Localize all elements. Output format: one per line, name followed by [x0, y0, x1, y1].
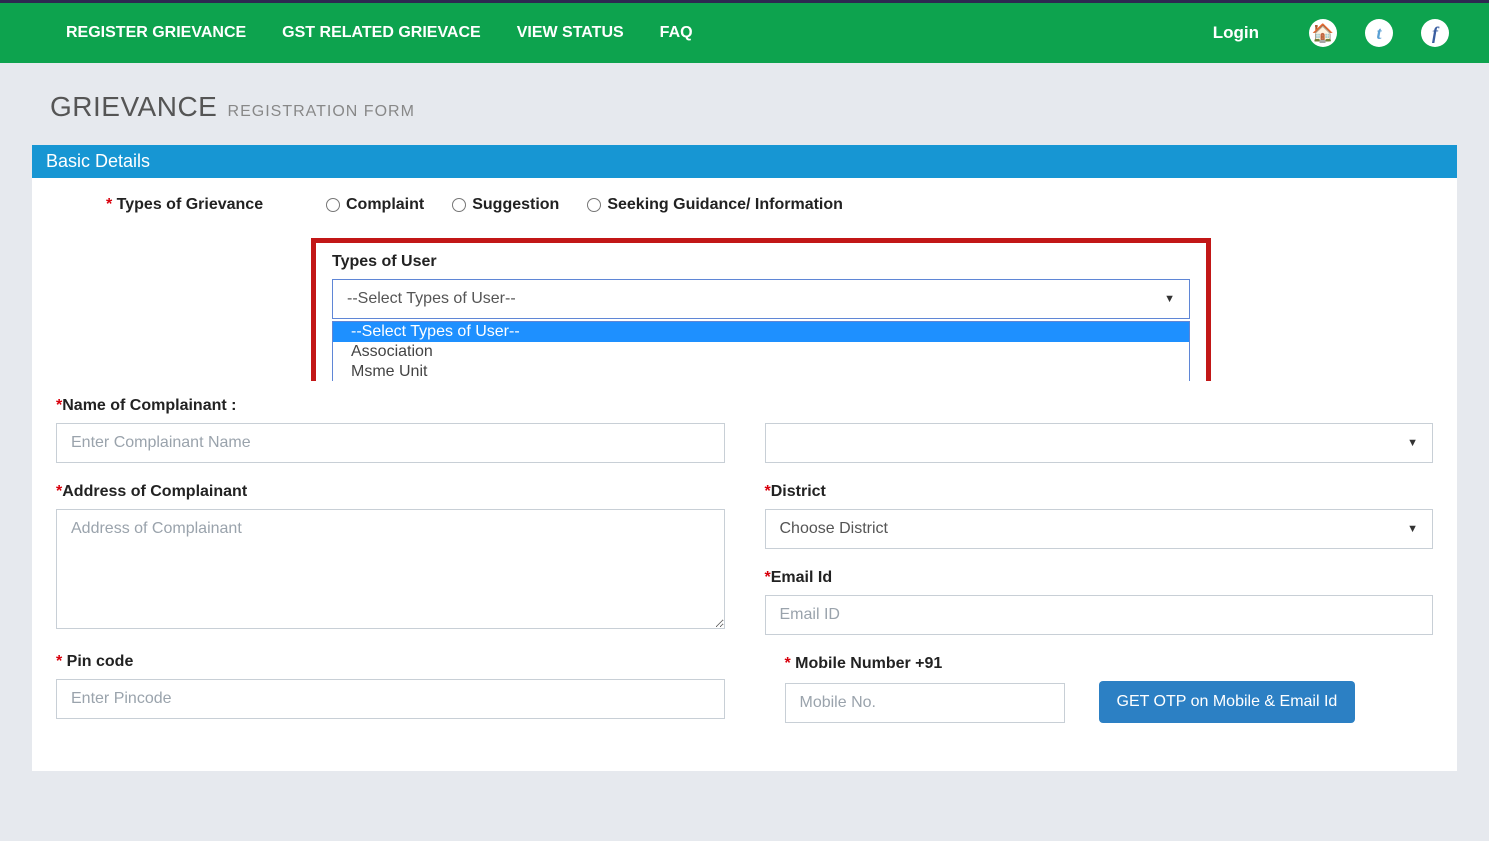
top-navbar: REGISTER GRIEVANCE GST RELATED GRIEVACE …	[0, 3, 1489, 63]
types-of-user-label: Types of User	[332, 253, 1190, 271]
types-of-grievance-label: * Types of Grievance	[106, 196, 286, 214]
nav-faq[interactable]: FAQ	[642, 24, 711, 42]
chevron-down-icon: ▼	[1164, 293, 1175, 305]
chevron-down-icon: ▼	[1407, 437, 1418, 449]
facebook-icon[interactable]	[1421, 19, 1449, 47]
pincode-input[interactable]	[56, 679, 725, 719]
user-option-placeholder[interactable]: --Select Types of User--	[333, 322, 1189, 342]
radio-seeking-guidance[interactable]: Seeking Guidance/ Information	[587, 196, 843, 214]
address-textarea[interactable]	[56, 509, 725, 629]
user-option-msme-unit[interactable]: Msme Unit	[333, 362, 1189, 382]
basic-details-header: Basic Details	[32, 145, 1457, 178]
title-sub: REGISTRATION FORM	[228, 103, 415, 120]
radio-suggestion[interactable]: Suggestion	[452, 196, 559, 214]
pincode-label: * Pin code	[56, 653, 725, 671]
user-option-association[interactable]: Association	[333, 342, 1189, 362]
radio-complaint-input[interactable]	[326, 198, 340, 212]
types-of-grievance-radios: Complaint Suggestion Seeking Guidance/ I…	[326, 196, 843, 214]
email-label: *Email Id	[765, 569, 1434, 587]
radio-suggestion-input[interactable]	[452, 198, 466, 212]
district-select[interactable]: Choose District ▼	[765, 509, 1434, 549]
radio-seeking-input[interactable]	[587, 198, 601, 212]
nav-gst-grievance[interactable]: GST RELATED GRIEVACE	[264, 24, 499, 42]
email-input[interactable]	[765, 595, 1434, 635]
address-label: *Address of Complainant	[56, 483, 725, 501]
chevron-down-icon: ▼	[1407, 523, 1418, 535]
nav-register-grievance[interactable]: REGISTER GRIEVANCE	[48, 24, 264, 42]
district-label: *District	[765, 483, 1434, 501]
types-of-user-selected: --Select Types of User--	[347, 290, 516, 308]
types-of-user-select[interactable]: --Select Types of User-- ▼	[332, 279, 1190, 319]
mobile-input[interactable]	[785, 683, 1065, 723]
name-input[interactable]	[56, 423, 725, 463]
page-title: GRIEVANCE REGISTRATION FORM	[32, 73, 1457, 145]
radio-complaint[interactable]: Complaint	[326, 196, 424, 214]
district-selected: Choose District	[780, 520, 888, 538]
title-main: GRIEVANCE	[50, 91, 217, 122]
twitter-icon[interactable]	[1365, 19, 1393, 47]
name-label: *Name of Complainant :	[56, 397, 725, 415]
state-select[interactable]: ▼	[765, 423, 1434, 463]
contact-form: *Name of Complainant : *Address of Compl…	[32, 381, 1457, 771]
login-link[interactable]: Login	[1191, 23, 1281, 43]
home-icon[interactable]	[1309, 19, 1337, 47]
get-otp-button[interactable]: GET OTP on Mobile & Email Id	[1099, 681, 1356, 723]
nav-view-status[interactable]: VIEW STATUS	[499, 24, 642, 42]
mobile-label: * Mobile Number +91	[765, 655, 1434, 673]
